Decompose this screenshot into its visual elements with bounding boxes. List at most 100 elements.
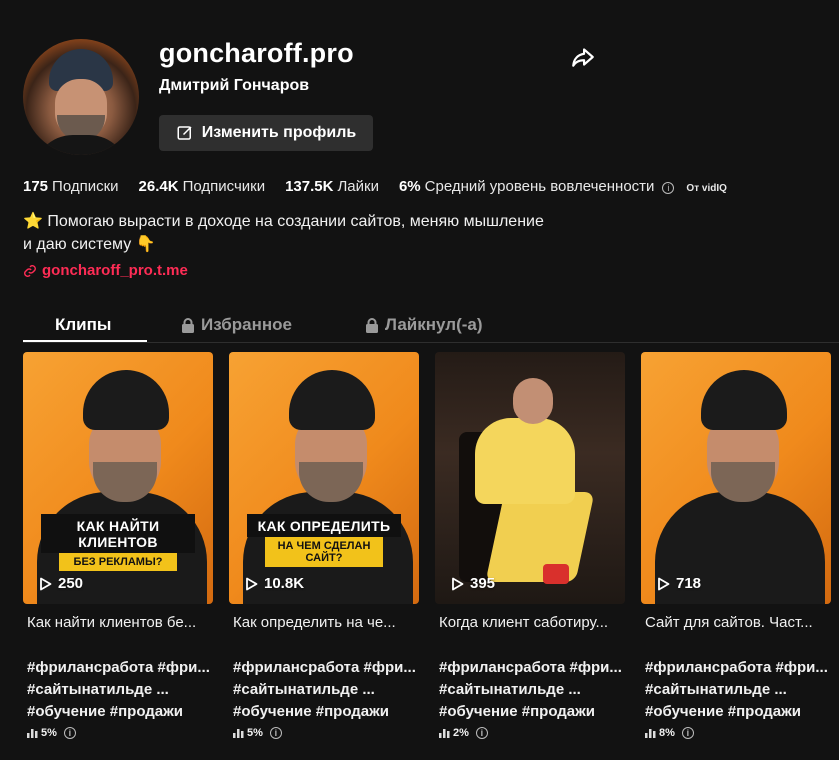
tags-line: #фрилансработа #фри... bbox=[645, 659, 828, 676]
bio-line-2: и даю систему 👇 bbox=[23, 236, 156, 253]
bar-chart-icon bbox=[645, 729, 656, 738]
video-tags: #фрилансработа #фри... #сайтынатильде ..… bbox=[435, 657, 625, 723]
tags-line: #сайтынатильде ... bbox=[645, 681, 787, 698]
view-count-value: 718 bbox=[676, 575, 702, 592]
likes-count: 137.5K bbox=[285, 178, 334, 195]
lock-icon bbox=[366, 317, 378, 333]
following-label: Подписки bbox=[52, 178, 119, 195]
play-icon bbox=[452, 577, 464, 590]
stat-engagement: 6% Средний уровень вовлеченности i От vi… bbox=[399, 178, 727, 195]
engagement-label: Средний уровень вовлеченности bbox=[424, 178, 655, 195]
tags-line: #фрилансработа #фри... bbox=[27, 659, 210, 676]
tags-line: #сайтынатильде ... bbox=[233, 681, 375, 698]
caption-top: КАК НАЙТИ КЛИЕНТОВ bbox=[41, 514, 195, 553]
view-count-value: 250 bbox=[58, 575, 84, 592]
edit-profile-button[interactable]: Изменить профиль bbox=[159, 115, 373, 151]
followers-label: Подписчики bbox=[182, 178, 266, 195]
info-icon[interactable]: i bbox=[63, 727, 76, 739]
caption-bottom: НА ЧЕМ СДЕЛАН САЙТ? bbox=[265, 537, 383, 567]
video-card[interactable]: 395 Когда клиент саботиру... #фрилансраб… bbox=[435, 352, 625, 739]
tab-clips-label: Клипы bbox=[55, 315, 112, 334]
info-icon[interactable]: i bbox=[269, 727, 282, 739]
stat-following[interactable]: 175 Подписки bbox=[23, 178, 119, 195]
video-thumbnail[interactable]: 395 bbox=[435, 352, 625, 604]
tags-line: #обучение #продажи bbox=[233, 703, 390, 720]
tags-line: #обучение #продажи bbox=[27, 703, 184, 720]
video-card[interactable]: 718 Сайт для сайтов. Част... #фрилансраб… bbox=[641, 352, 831, 739]
tags-line: #сайтынатильде ... bbox=[439, 681, 581, 698]
bar-chart-icon bbox=[233, 729, 244, 738]
edit-icon bbox=[177, 126, 192, 140]
video-tags: #фрилансработа #фри... #сайтынатильде ..… bbox=[229, 657, 419, 723]
likes-label: Лайки bbox=[337, 178, 379, 195]
active-tab-indicator bbox=[23, 340, 147, 342]
tags-line: #фрилансработа #фри... bbox=[439, 659, 622, 676]
tags-line: #обучение #продажи bbox=[645, 703, 802, 720]
stat-followers[interactable]: 26.4K Подписчики bbox=[139, 178, 266, 195]
info-icon[interactable]: i bbox=[662, 182, 675, 194]
video-card[interactable]: КАК НАЙТИ КЛИЕНТОВ БЕЗ РЕКЛАМЫ? 250 Как … bbox=[23, 352, 213, 739]
video-thumbnail[interactable]: 718 bbox=[641, 352, 831, 604]
video-engagement: 5% i bbox=[229, 727, 419, 739]
video-title[interactable]: Сайт для сайтов. Част... bbox=[641, 614, 827, 631]
video-thumbnail[interactable]: КАК ОПРЕДЕЛИТЬ НА ЧЕМ СДЕЛАН САЙТ? 10.8K bbox=[229, 352, 419, 604]
view-count: 250 bbox=[39, 575, 83, 592]
video-engagement: 2% i bbox=[435, 727, 625, 739]
view-count: 718 bbox=[657, 575, 701, 592]
profile-username: goncharoff.pro bbox=[159, 38, 354, 68]
stat-likes: 137.5K Лайки bbox=[285, 178, 379, 195]
caption-bottom: БЕЗ РЕКЛАМЫ? bbox=[59, 553, 177, 571]
play-icon bbox=[40, 577, 52, 590]
tags-line: #фрилансработа #фри... bbox=[233, 659, 416, 676]
thumbnail-caption: КАК НАЙТИ КЛИЕНТОВ БЕЗ РЕКЛАМЫ? bbox=[41, 514, 195, 571]
view-count: 395 bbox=[451, 575, 495, 592]
profile-avatar bbox=[23, 39, 139, 155]
tab-favorites-label: Избранное bbox=[201, 315, 292, 334]
video-title[interactable]: Как определить на че... bbox=[229, 614, 415, 631]
share-icon[interactable] bbox=[570, 44, 596, 70]
thumbnail-caption: КАК ОПРЕДЕЛИТЬ НА ЧЕМ СДЕЛАН САЙТ? bbox=[247, 514, 401, 567]
tab-favorites[interactable]: Избранное bbox=[181, 315, 292, 335]
engagement-percent: 2% bbox=[453, 727, 469, 739]
followers-count: 26.4K bbox=[138, 178, 179, 195]
view-count: 10.8K bbox=[245, 575, 304, 592]
video-tags: #фрилансработа #фри... #сайтынатильде ..… bbox=[23, 657, 213, 723]
bar-chart-icon bbox=[27, 729, 38, 738]
tags-line: #обучение #продажи bbox=[439, 703, 596, 720]
view-count-value: 10.8K bbox=[264, 575, 305, 592]
play-icon bbox=[658, 577, 670, 590]
tab-liked-label: Лайкнул(-а) bbox=[385, 315, 483, 334]
video-tags: #фрилансработа #фри... #сайтынатильде ..… bbox=[641, 657, 831, 723]
lock-icon bbox=[182, 317, 194, 333]
profile-tabs: Клипы Избранное Лайкнул(-а) bbox=[23, 307, 839, 343]
profile-bio: ⭐ Помогаю вырасти в доходе на создании с… bbox=[23, 210, 544, 256]
engagement-percent: 5% bbox=[41, 727, 57, 739]
video-title[interactable]: Как найти клиентов бе... bbox=[23, 614, 209, 631]
tab-liked[interactable]: Лайкнул(-а) bbox=[365, 315, 483, 335]
profile-link[interactable]: goncharoff_pro.t.me bbox=[23, 262, 188, 279]
edit-profile-label: Изменить профиль bbox=[201, 124, 357, 141]
link-icon bbox=[24, 264, 36, 277]
video-thumbnail[interactable]: КАК НАЙТИ КЛИЕНТОВ БЕЗ РЕКЛАМЫ? 250 bbox=[23, 352, 213, 604]
video-card[interactable]: КАК ОПРЕДЕЛИТЬ НА ЧЕМ СДЕЛАН САЙТ? 10.8K… bbox=[229, 352, 419, 739]
engagement-percent: 8% bbox=[659, 727, 675, 739]
info-icon[interactable]: i bbox=[475, 727, 488, 739]
play-icon bbox=[246, 577, 258, 590]
profile-link-text: goncharoff_pro.t.me bbox=[42, 262, 188, 279]
caption-top: КАК ОПРЕДЕЛИТЬ bbox=[247, 514, 401, 537]
bar-chart-icon bbox=[439, 729, 450, 738]
profile-full-name: Дмитрий Гончаров bbox=[159, 77, 310, 94]
video-engagement: 8% i bbox=[641, 727, 831, 739]
following-count: 175 bbox=[23, 178, 49, 195]
tab-clips[interactable]: Клипы bbox=[55, 315, 111, 335]
video-engagement: 5% i bbox=[23, 727, 213, 739]
video-title[interactable]: Когда клиент саботиру... bbox=[435, 614, 621, 631]
tags-line: #сайтынатильде ... bbox=[27, 681, 169, 698]
engagement-value: 6% bbox=[398, 178, 421, 195]
engagement-percent: 5% bbox=[247, 727, 263, 739]
engagement-source: От vidIQ bbox=[686, 183, 727, 194]
info-icon[interactable]: i bbox=[681, 727, 694, 739]
profile-stats: 175 Подписки 26.4K Подписчики 137.5K Лай… bbox=[23, 178, 727, 195]
bio-line-1: ⭐ Помогаю вырасти в доходе на создании с… bbox=[23, 213, 544, 230]
view-count-value: 395 bbox=[470, 575, 496, 592]
